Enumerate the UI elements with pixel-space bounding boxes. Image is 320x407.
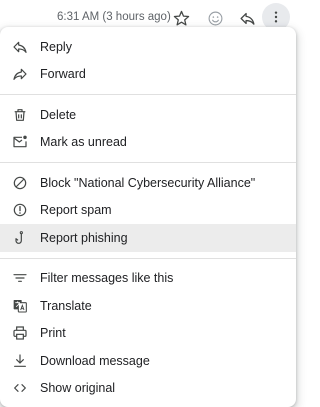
menu-item-delete[interactable]: Delete <box>0 101 296 129</box>
code-icon <box>12 380 28 396</box>
menu-item-report-phishing[interactable]: Report phishing <box>0 224 296 252</box>
menu-group-respond: Reply Forward <box>0 27 296 94</box>
more-vert-icon <box>268 9 284 25</box>
menu-item-label: Report phishing <box>40 231 128 245</box>
star-icon <box>173 10 190 27</box>
report-spam-icon <box>12 202 28 218</box>
mark-unread-icon <box>12 134 28 150</box>
menu-item-label: Show original <box>40 381 115 395</box>
menu-group-security: Block "National Cybersecurity Alliance" … <box>0 162 296 258</box>
menu-item-label: Report spam <box>40 203 112 217</box>
trash-icon <box>12 107 28 123</box>
filter-icon <box>12 270 28 286</box>
menu-item-label: Forward <box>40 67 86 81</box>
message-timestamp: 6:31 AM (3 hours ago) <box>57 11 171 23</box>
reply-icon <box>239 10 256 27</box>
menu-item-label: Filter messages like this <box>40 271 173 285</box>
menu-item-block-sender[interactable]: Block "National Cybersecurity Alliance" <box>0 169 296 197</box>
print-icon <box>12 325 28 341</box>
forward-icon <box>12 66 28 82</box>
menu-item-label: Mark as unread <box>40 135 127 149</box>
menu-item-label: Reply <box>40 40 72 54</box>
menu-item-download[interactable]: Download message <box>0 347 296 375</box>
reply-icon <box>12 39 28 55</box>
menu-item-label: Translate <box>40 299 92 313</box>
menu-item-show-original[interactable]: Show original <box>0 375 296 403</box>
fishhook-icon <box>12 230 28 246</box>
menu-item-forward[interactable]: Forward <box>0 61 296 89</box>
more-options-menu: Reply Forward Delete Mark as unread <box>0 27 296 407</box>
menu-item-reply[interactable]: Reply <box>0 33 296 61</box>
emoji-button[interactable] <box>204 7 226 29</box>
menu-group-tools: Filter messages like this Translate Prin… <box>0 258 296 407</box>
menu-group-manage: Delete Mark as unread <box>0 94 296 162</box>
emoji-icon <box>207 10 224 27</box>
menu-item-filter[interactable]: Filter messages like this <box>0 265 296 293</box>
menu-item-label: Delete <box>40 108 76 122</box>
menu-item-label: Download message <box>40 354 150 368</box>
menu-item-label: Print <box>40 326 66 340</box>
download-icon <box>12 353 28 369</box>
translate-icon <box>12 298 28 314</box>
menu-item-mark-unread[interactable]: Mark as unread <box>0 129 296 157</box>
reply-button[interactable] <box>236 7 258 29</box>
menu-item-report-spam[interactable]: Report spam <box>0 197 296 225</box>
block-icon <box>12 175 28 191</box>
star-button[interactable] <box>170 7 192 29</box>
menu-item-translate[interactable]: Translate <box>0 292 296 320</box>
menu-item-print[interactable]: Print <box>0 320 296 348</box>
menu-item-label: Block "National Cybersecurity Alliance" <box>40 176 255 190</box>
